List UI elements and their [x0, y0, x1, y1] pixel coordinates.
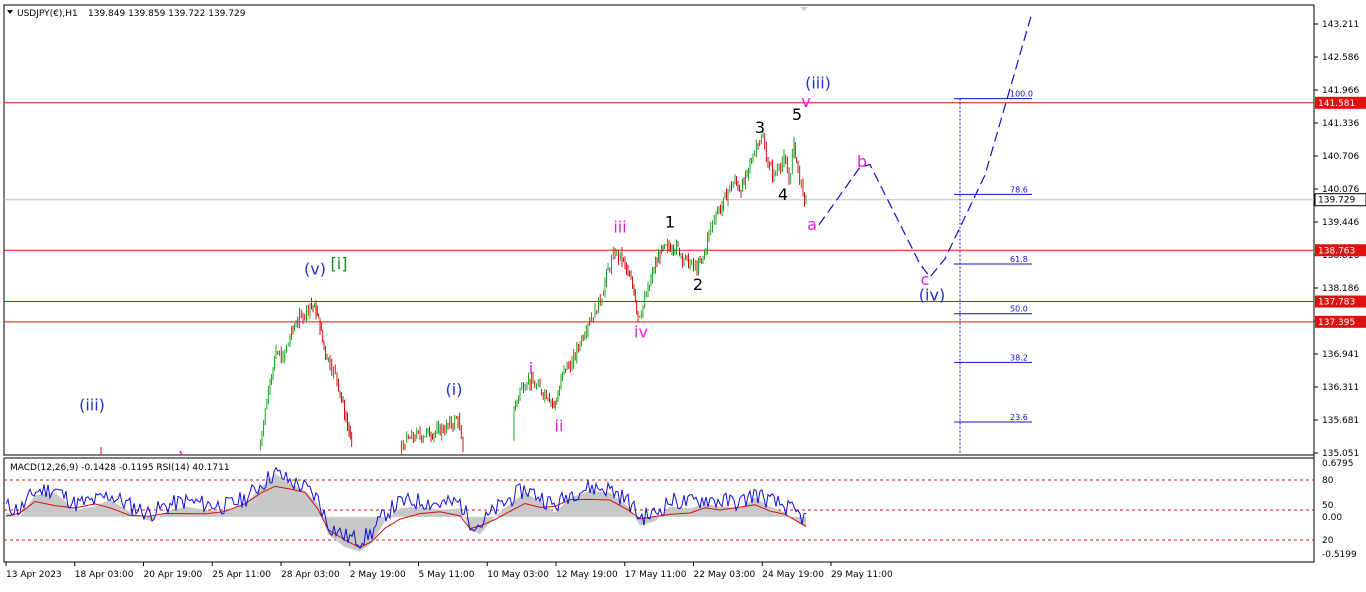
price-tick-label: 135.051 — [1322, 449, 1359, 459]
time-tick-label: 22 May 03:00 — [694, 570, 756, 580]
level-price-tag: 137.783 — [1315, 295, 1366, 308]
time-tick-label: 24 May 19:00 — [762, 570, 824, 580]
time-tick-label: 2 May 19:00 — [350, 570, 406, 580]
wave-label: (iii) — [79, 396, 105, 415]
level-price-tag-label: 137.783 — [1318, 298, 1355, 308]
wave-label: iii — [613, 218, 626, 237]
time-tick-label: 13 Apr 2023 — [6, 570, 62, 580]
fibonacci-level-label: 23.6 — [1010, 413, 1028, 422]
wave-label: 4 — [778, 185, 788, 204]
indicator-tick-label: 0.00 — [1322, 513, 1342, 523]
indicator-tick-label: -0.5199 — [1322, 550, 1357, 560]
time-tick-label: 10 May 03:00 — [487, 570, 549, 580]
fibonacci-level-label: 38.2 — [1010, 353, 1028, 362]
level-price-tag-label: 137.395 — [1318, 318, 1355, 328]
price-tick-label: 136.941 — [1322, 350, 1359, 360]
level-price-tag: 141.581 — [1315, 96, 1366, 109]
price-tick-label: 138.186 — [1322, 284, 1359, 294]
wave-label: [i] — [331, 254, 348, 273]
price-tick-label: 139.446 — [1322, 218, 1359, 228]
price-tick-label: 141.966 — [1322, 86, 1359, 96]
price-tick-label: 143.211 — [1322, 20, 1359, 30]
wave-label: v — [801, 92, 810, 111]
time-tick-label: 17 May 11:00 — [625, 570, 687, 580]
time-tick-label: 20 Apr 19:00 — [144, 570, 203, 580]
indicator-tick-label: 0.6795 — [1322, 459, 1354, 469]
level-price-tag: 137.395 — [1315, 315, 1366, 328]
time-tick-label: 12 May 19:00 — [556, 570, 618, 580]
time-tick-label: 18 Apr 03:00 — [75, 570, 134, 580]
wave-label: (iv) — [919, 286, 945, 305]
wave-label: (v) — [304, 259, 326, 278]
wave-label: i — [529, 359, 533, 378]
wave-label: (iii) — [805, 74, 831, 93]
fibonacci-level-label: 78.6 — [1010, 185, 1028, 194]
price-tick-label: 140.706 — [1322, 152, 1359, 162]
wave-label: 2 — [693, 275, 703, 294]
wave-label: 3 — [755, 118, 765, 137]
price-tick-label: 142.586 — [1322, 53, 1359, 63]
wave-label: (i) — [446, 380, 463, 399]
chart-symbol-label: USDJPY(€),H1 — [17, 9, 78, 19]
last-price-tag: 139.729 — [1314, 193, 1366, 207]
last-price-tag-label: 139.729 — [1318, 196, 1355, 206]
level-price-tag: 138.763 — [1315, 244, 1366, 257]
price-tick-label: 136.311 — [1322, 383, 1359, 393]
wave-label: a — [807, 215, 817, 234]
level-price-tag-label: 141.581 — [1318, 99, 1355, 109]
time-tick-label: 29 May 11:00 — [831, 570, 893, 580]
time-tick-label: 25 Apr 11:00 — [212, 570, 271, 580]
level-price-tag-label: 138.763 — [1318, 246, 1355, 256]
fibonacci-level-label: 100.0 — [1010, 90, 1033, 99]
indicator-title-label: MACD(12,26,9) -0.1428 -0.1195 RSI(14) 40… — [10, 463, 230, 473]
chart-svg[interactable]: USDJPY(€),H1 139.849 139.859 139.722 139… — [0, 0, 1366, 588]
chart-ohlc-label: 139.849 139.859 139.722 139.729 — [88, 9, 246, 19]
wave-label: ii — [555, 416, 564, 435]
fibonacci-level-label: 61.8 — [1010, 255, 1028, 264]
price-tick-label: 135.681 — [1322, 416, 1359, 426]
indicator-tick-label: 80 — [1322, 476, 1334, 486]
time-tick-label: 5 May 11:00 — [419, 570, 475, 580]
indicator-tick-label: 20 — [1322, 536, 1334, 546]
indicator-tick-label: 50 — [1322, 501, 1334, 511]
time-tick-label: 28 Apr 03:00 — [281, 570, 340, 580]
price-tick-label: 141.336 — [1322, 119, 1359, 129]
wave-label: iv — [634, 322, 648, 341]
wave-label: b — [857, 152, 867, 171]
fibonacci-level-label: 50.0 — [1010, 305, 1028, 314]
wave-label: 1 — [665, 212, 675, 231]
chart-window: USDJPY(€),H1 139.849 139.859 139.722 139… — [0, 0, 1366, 588]
